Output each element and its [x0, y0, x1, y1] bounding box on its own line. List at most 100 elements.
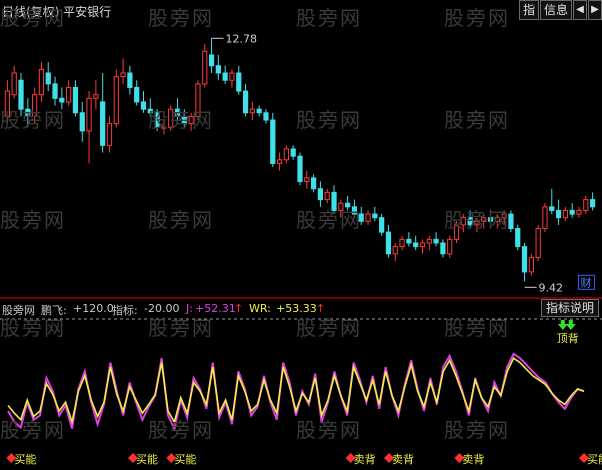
candle-body [79, 112, 85, 132]
indicator-chart[interactable]: 买能 买能 买能 卖背 卖背 卖背 买能 顶背 [0, 316, 602, 470]
candle-body [100, 101, 106, 146]
wr-label: WR: [249, 302, 271, 315]
candle-body [351, 206, 358, 215]
candle-body [583, 199, 589, 211]
candle-body [25, 108, 31, 117]
scroll-left-icon[interactable]: ◀ [573, 0, 587, 20]
candle-body [38, 68, 45, 96]
candle-body [72, 86, 79, 114]
candle-body [66, 86, 72, 103]
candle-body [59, 97, 65, 103]
low-price-label: 9.42 [539, 281, 564, 294]
candle-body [222, 72, 228, 81]
candle-body [467, 217, 473, 226]
candle-body [134, 86, 140, 103]
candle-body [358, 213, 364, 222]
candle-body [290, 148, 296, 157]
candle-body [528, 256, 534, 273]
j-value: +52.31 [195, 302, 236, 315]
candle-body [32, 94, 38, 117]
candle-body [263, 112, 269, 121]
candle-body [256, 108, 262, 114]
candle-body [188, 115, 194, 125]
signal-label: 买能 [587, 452, 602, 466]
candle-body [249, 108, 255, 114]
indicator-explain-button[interactable]: 指标说明 [540, 299, 599, 317]
candle-body [18, 79, 24, 110]
candle-body [147, 108, 153, 114]
candle-body [562, 209, 568, 219]
candle-body [310, 177, 317, 190]
candle-body [52, 83, 58, 99]
signal-label: 买能 [174, 452, 196, 466]
candle-body [283, 148, 290, 161]
candle-body [426, 238, 432, 244]
candle-body [460, 217, 466, 226]
candle-body [549, 206, 555, 211]
candle-body [208, 54, 215, 67]
candle-body [317, 188, 324, 201]
candle-body [106, 123, 113, 146]
info-button[interactable]: 信息 [539, 0, 572, 20]
candle-body [399, 238, 405, 248]
candle-body [270, 119, 276, 164]
candle-body [127, 72, 133, 88]
candle-body [236, 72, 242, 92]
candle-body [174, 108, 181, 117]
candle-body [120, 72, 126, 78]
candle-body [195, 83, 201, 117]
candle-body [86, 97, 92, 132]
financial-badge-label: 财 [581, 275, 592, 289]
pengfei-value: +120.0 [73, 302, 114, 315]
candle-body [345, 202, 351, 208]
scroll-right-icon[interactable]: ▶ [588, 0, 602, 20]
candle-body [229, 72, 235, 81]
candle-body [242, 90, 249, 114]
candle-body [202, 50, 208, 85]
candle-body [413, 242, 419, 248]
candle-body [324, 191, 330, 201]
candle-body [4, 90, 11, 117]
candle-body [433, 238, 439, 244]
wr-up-arrow-icon: ↑ [316, 302, 326, 315]
price-chart[interactable]: 12.78 9.42 财 [0, 20, 602, 297]
candle-body [440, 242, 446, 255]
toolbar: 指 信息 ◀ ▶ [518, 0, 602, 20]
candle-body [372, 213, 378, 219]
title-bar: 日线(复权) 平安银行 指 信息 ◀ ▶ [0, 0, 602, 20]
signal-label: 买能 [14, 452, 36, 466]
wr-value: +53.33 [276, 302, 317, 315]
j-label: J: [186, 302, 193, 315]
candle-body [589, 199, 596, 208]
candle-body [276, 159, 283, 164]
top-arrow-icon [557, 320, 568, 330]
candle-body [11, 72, 17, 96]
candle-body [501, 213, 507, 219]
signal-label: 卖背 [392, 452, 414, 466]
candle-body [521, 246, 528, 273]
candle-body [161, 126, 167, 129]
candle-body [297, 155, 303, 183]
indicator-header: 股旁网 鹏飞: +120.0 指标: -20.00 J: +52.31 ↑ WR… [0, 300, 602, 317]
j-up-arrow-icon: ↑ [234, 302, 244, 315]
candle-body [93, 94, 99, 99]
candle-body [447, 238, 453, 255]
candle-body [542, 206, 548, 230]
candle-body [140, 101, 147, 110]
candle-body [555, 209, 562, 219]
candle-body [576, 209, 582, 215]
signal-label: 卖背 [354, 452, 376, 466]
candle-body [406, 238, 412, 244]
candle-body [304, 177, 310, 183]
panel-divider[interactable] [0, 297, 602, 299]
candle-body [453, 224, 460, 240]
indicator-button[interactable]: 指 [518, 0, 539, 20]
candle-body [331, 191, 337, 211]
candle-body [365, 213, 371, 222]
candle-body [535, 228, 541, 258]
candle-body [379, 217, 385, 233]
candle-body [392, 246, 398, 255]
candle-body [181, 115, 187, 125]
signal-label: 卖背 [462, 452, 484, 466]
top-arrow-icon [565, 320, 576, 330]
